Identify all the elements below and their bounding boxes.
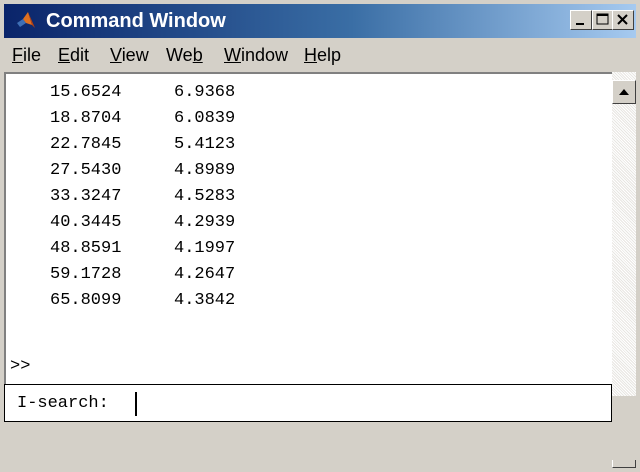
output-value: 15.6524 xyxy=(50,83,122,102)
minimize-icon xyxy=(576,23,584,25)
output-value: 4.2647 xyxy=(174,265,236,284)
menu-web-label-rest: We xyxy=(166,45,193,65)
close-icon xyxy=(617,14,628,25)
output-value: 6.0839 xyxy=(174,109,236,128)
menu-window-mnemonic: W xyxy=(224,45,241,65)
output-value: 4.5283 xyxy=(174,187,236,206)
title-bar[interactable]: Command Window xyxy=(4,4,636,38)
menu-window-label-rest: indow xyxy=(241,45,289,65)
menu-help-mnemonic: H xyxy=(304,45,317,65)
output-value: 4.8989 xyxy=(174,161,236,180)
menu-file-label-rest: ile xyxy=(23,45,42,65)
maximize-icon xyxy=(596,13,609,25)
isearch-bar: I-search: xyxy=(4,384,612,422)
output-value: 59.1728 xyxy=(50,265,122,284)
output-value: 22.7845 xyxy=(50,135,122,154)
scroll-track[interactable] xyxy=(612,72,636,396)
menu-view-label-rest: iew xyxy=(121,45,149,65)
menu-help[interactable]: Help xyxy=(304,44,341,66)
output-value: 5.4123 xyxy=(174,135,236,154)
isearch-label: I-search: xyxy=(17,394,109,413)
output-value: 4.2939 xyxy=(174,213,236,232)
menu-view-mnemonic: V xyxy=(110,45,122,65)
maximize-button[interactable] xyxy=(592,10,614,30)
output-value: 6.9368 xyxy=(174,83,236,102)
output-value: 48.8591 xyxy=(50,239,122,258)
output-value: 40.3445 xyxy=(50,213,122,232)
status-bar xyxy=(0,424,640,460)
output-value: 18.8704 xyxy=(50,109,122,128)
output-value: 33.3247 xyxy=(50,187,122,206)
menu-edit-mnemonic: E xyxy=(58,45,71,65)
menu-help-label-rest: elp xyxy=(317,45,342,65)
menu-view[interactable]: View xyxy=(110,44,149,66)
isearch-input[interactable] xyxy=(133,390,593,416)
menu-web-mnemonic: b xyxy=(192,45,203,65)
vertical-scrollbar[interactable] xyxy=(612,72,636,468)
menu-file[interactable]: File xyxy=(12,44,41,66)
matlab-logo-icon xyxy=(16,11,36,31)
menu-edit[interactable]: Edit xyxy=(58,44,89,66)
output-value: 27.5430 xyxy=(50,161,122,180)
command-prompt[interactable]: >> xyxy=(10,354,30,380)
window-title: Command Window xyxy=(46,10,226,32)
scroll-up-button[interactable] xyxy=(612,80,636,104)
menu-edit-label-rest: dit xyxy=(70,45,90,65)
command-window: Command Window File Edit View Web Window… xyxy=(0,0,640,468)
arrow-up-icon xyxy=(619,89,629,95)
menu-window[interactable]: Window xyxy=(224,44,288,66)
command-output-pane[interactable]: 15.6524 6.9368 18.8704 6.0839 22.7845 5.… xyxy=(4,72,612,384)
menu-bar: File Edit View Web Window Help xyxy=(4,38,636,70)
menu-web[interactable]: Web xyxy=(166,44,203,66)
output-value: 4.1997 xyxy=(174,239,236,258)
output-value: 65.8099 xyxy=(50,291,122,310)
minimize-button[interactable] xyxy=(570,10,592,30)
menu-file-mnemonic: F xyxy=(12,45,23,65)
close-button[interactable] xyxy=(612,10,634,30)
output-value: 4.3842 xyxy=(174,291,236,310)
